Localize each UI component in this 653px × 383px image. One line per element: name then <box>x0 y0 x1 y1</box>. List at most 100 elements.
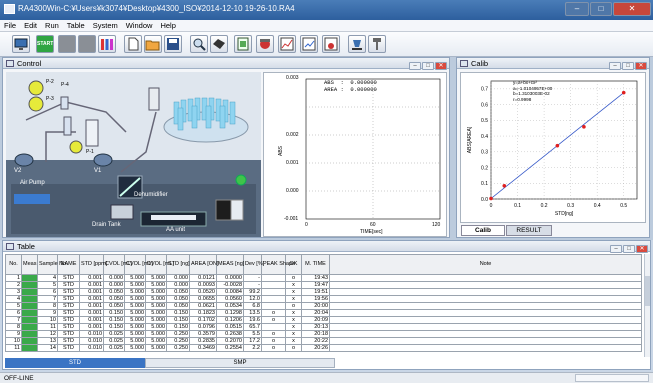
print-button[interactable] <box>210 35 228 53</box>
calib-y-tick-label: 0.6 <box>481 102 488 108</box>
table-close-button[interactable]: ✕ <box>636 245 648 253</box>
preview-button[interactable] <box>190 35 208 53</box>
calib-minimize-button[interactable]: – <box>609 62 621 70</box>
table-row[interactable]: 8 11 STD 0.001 0.150 5.000 5.000 0.150 0.0796 0.0… <box>5 323 642 331</box>
menu-run[interactable]: Run <box>41 20 63 31</box>
start-label: START <box>37 41 54 47</box>
table-row[interactable]: 9 12 STD 0.010 0.025 5.000 5.000 0.250 0.3579 0.2… <box>5 330 642 338</box>
control-window: Control – □ ✕ P-2 P-3 P-4 P-1 V2 V1 Air … <box>2 57 450 238</box>
control-close-button[interactable]: ✕ <box>435 62 447 70</box>
x-tick-label: 0 <box>305 222 308 228</box>
column-header[interactable]: MEAS [ng] <box>216 254 244 275</box>
calib-y-tick-label: 0.0 <box>481 197 488 203</box>
column-header[interactable]: CVOL [mL] <box>124 254 153 275</box>
menu-window[interactable]: Window <box>122 20 157 31</box>
column-header[interactable]: STD [ng] <box>166 254 190 275</box>
column-header[interactable]: No. <box>5 254 22 275</box>
menu-table[interactable]: Table <box>63 20 89 31</box>
abs-plot-panel: ABS : 0.000000 AREA : 0.000000 0.003 0.0… <box>263 72 447 237</box>
column-header[interactable]: CVOL [mL] <box>103 254 132 275</box>
column-header[interactable]: STD [ppm] <box>79 254 107 275</box>
table-minimize-button[interactable]: – <box>610 245 622 253</box>
meas-checkbox[interactable] <box>21 302 38 310</box>
table-row[interactable]: 5 8 STD 0.001 0.050 5.000 5.000 0.050 0.0621 0.05… <box>5 302 642 310</box>
chart-button[interactable] <box>278 35 296 53</box>
column-header[interactable]: DVOL [mL] <box>145 254 174 275</box>
meas-checkbox[interactable] <box>21 316 38 324</box>
tab-calib[interactable]: Calib <box>461 225 505 236</box>
table-cell: 0.150 <box>103 316 125 324</box>
table-row[interactable]: 1 4 STD 0.001 0.000 5.000 5.000 0.000 0.0121 0.00… <box>5 274 642 282</box>
column-header[interactable]: Dev [%] <box>243 254 264 275</box>
meas-checkbox[interactable] <box>21 274 38 282</box>
report-button[interactable] <box>300 35 318 53</box>
column-header[interactable]: Meas <box>21 254 38 275</box>
report-icon <box>302 37 316 51</box>
table-maximize-button[interactable]: □ <box>623 245 635 253</box>
minimize-button[interactable]: – <box>565 2 589 16</box>
new-file-button[interactable] <box>124 35 142 53</box>
column-header[interactable]: AREA [ON] <box>189 254 219 275</box>
tubes-button[interactable] <box>98 35 116 53</box>
meas-checkbox[interactable] <box>21 330 38 338</box>
table-row[interactable]: 7 10 STD 0.001 0.150 5.000 5.000 0.150 0.1702 0.1… <box>5 316 642 324</box>
monitor-button[interactable] <box>12 35 30 53</box>
meas-checkbox[interactable] <box>21 309 38 317</box>
table-cell: o <box>261 337 286 345</box>
table-scrollbar[interactable] <box>644 254 650 357</box>
table-cell <box>329 295 642 303</box>
tab-smp[interactable]: SMP <box>145 358 335 368</box>
tab-result[interactable]: RESULT <box>506 225 552 236</box>
table-window: Table – □ ✕ No. Meas Sample No. NAME STD [ppm]… <box>2 240 651 370</box>
settings-button[interactable] <box>234 35 252 53</box>
table-row[interactable]: 3 6 STD 0.001 0.050 5.000 5.000 0.050 0.0520 0.00… <box>5 288 642 296</box>
scrollbar-thumb[interactable] <box>645 276 650 306</box>
meas-checkbox[interactable] <box>21 344 38 352</box>
table-cell: 5.000 <box>124 323 146 331</box>
meas-checkbox[interactable] <box>21 323 38 331</box>
column-header[interactable]: NAME <box>57 254 80 275</box>
table-row[interactable]: 2 5 STD 0.001 0.000 5.000 5.000 0.000 0.0093 -0.0… <box>5 281 642 289</box>
table-cell: 0.3579 <box>189 330 217 338</box>
chart-icon <box>280 37 294 51</box>
column-header[interactable]: PEAK Shape <box>261 254 295 275</box>
record-button[interactable] <box>256 35 274 53</box>
table-row[interactable]: 4 7 STD 0.001 0.050 5.000 5.000 0.050 0.0655 0.05… <box>5 295 642 303</box>
menu-edit[interactable]: Edit <box>20 20 41 31</box>
meas-checkbox[interactable] <box>21 288 38 296</box>
pause-button[interactable] <box>78 35 96 53</box>
calib-x-tick-label: 0.3 <box>567 203 574 209</box>
calib-close-button[interactable]: ✕ <box>635 62 647 70</box>
column-header[interactable]: Note <box>329 254 642 275</box>
tab-std[interactable]: STD <box>5 358 145 368</box>
stop-button[interactable] <box>58 35 76 53</box>
menu-system[interactable]: System <box>89 20 122 31</box>
calib-maximize-button[interactable]: □ <box>622 62 634 70</box>
control-maximize-button[interactable]: □ <box>422 62 434 70</box>
menu-file[interactable]: File <box>0 20 20 31</box>
close-button[interactable]: ✕ <box>613 2 651 16</box>
table-cell: 2 <box>5 281 22 289</box>
table-cell: 0.2638 <box>216 330 244 338</box>
meas-checkbox[interactable] <box>21 281 38 289</box>
table-row[interactable]: 10 13 STD 0.010 0.025 5.000 5.000 0.250 0.2835 0.… <box>5 337 642 345</box>
table-cell: 0.3469 <box>189 344 217 352</box>
control-minimize-button[interactable]: – <box>409 62 421 70</box>
table-cell: 5.000 <box>145 274 167 282</box>
table-row[interactable]: 6 9 STD 0.001 0.150 5.000 5.000 0.150 0.1823 0.12… <box>5 309 642 317</box>
table-row[interactable]: 11 14 STD 0.010 0.025 5.000 5.000 0.250 0.3469 0.… <box>5 344 642 352</box>
maximize-button[interactable]: □ <box>590 2 612 16</box>
meas-checkbox[interactable] <box>21 337 38 345</box>
tool-button[interactable] <box>368 35 386 53</box>
meas-checkbox[interactable] <box>21 295 38 303</box>
save-button[interactable] <box>164 35 182 53</box>
sample-button[interactable] <box>348 35 366 53</box>
table-cell: 0.150 <box>166 316 190 324</box>
table-cell: STD <box>57 323 80 331</box>
column-header[interactable]: Sample No. <box>37 254 68 275</box>
start-button[interactable]: START <box>36 35 54 53</box>
column-header[interactable]: M. TIME <box>301 254 330 275</box>
menu-help[interactable]: Help <box>156 20 179 31</box>
export-button[interactable] <box>322 35 340 53</box>
open-folder-button[interactable] <box>144 35 162 53</box>
